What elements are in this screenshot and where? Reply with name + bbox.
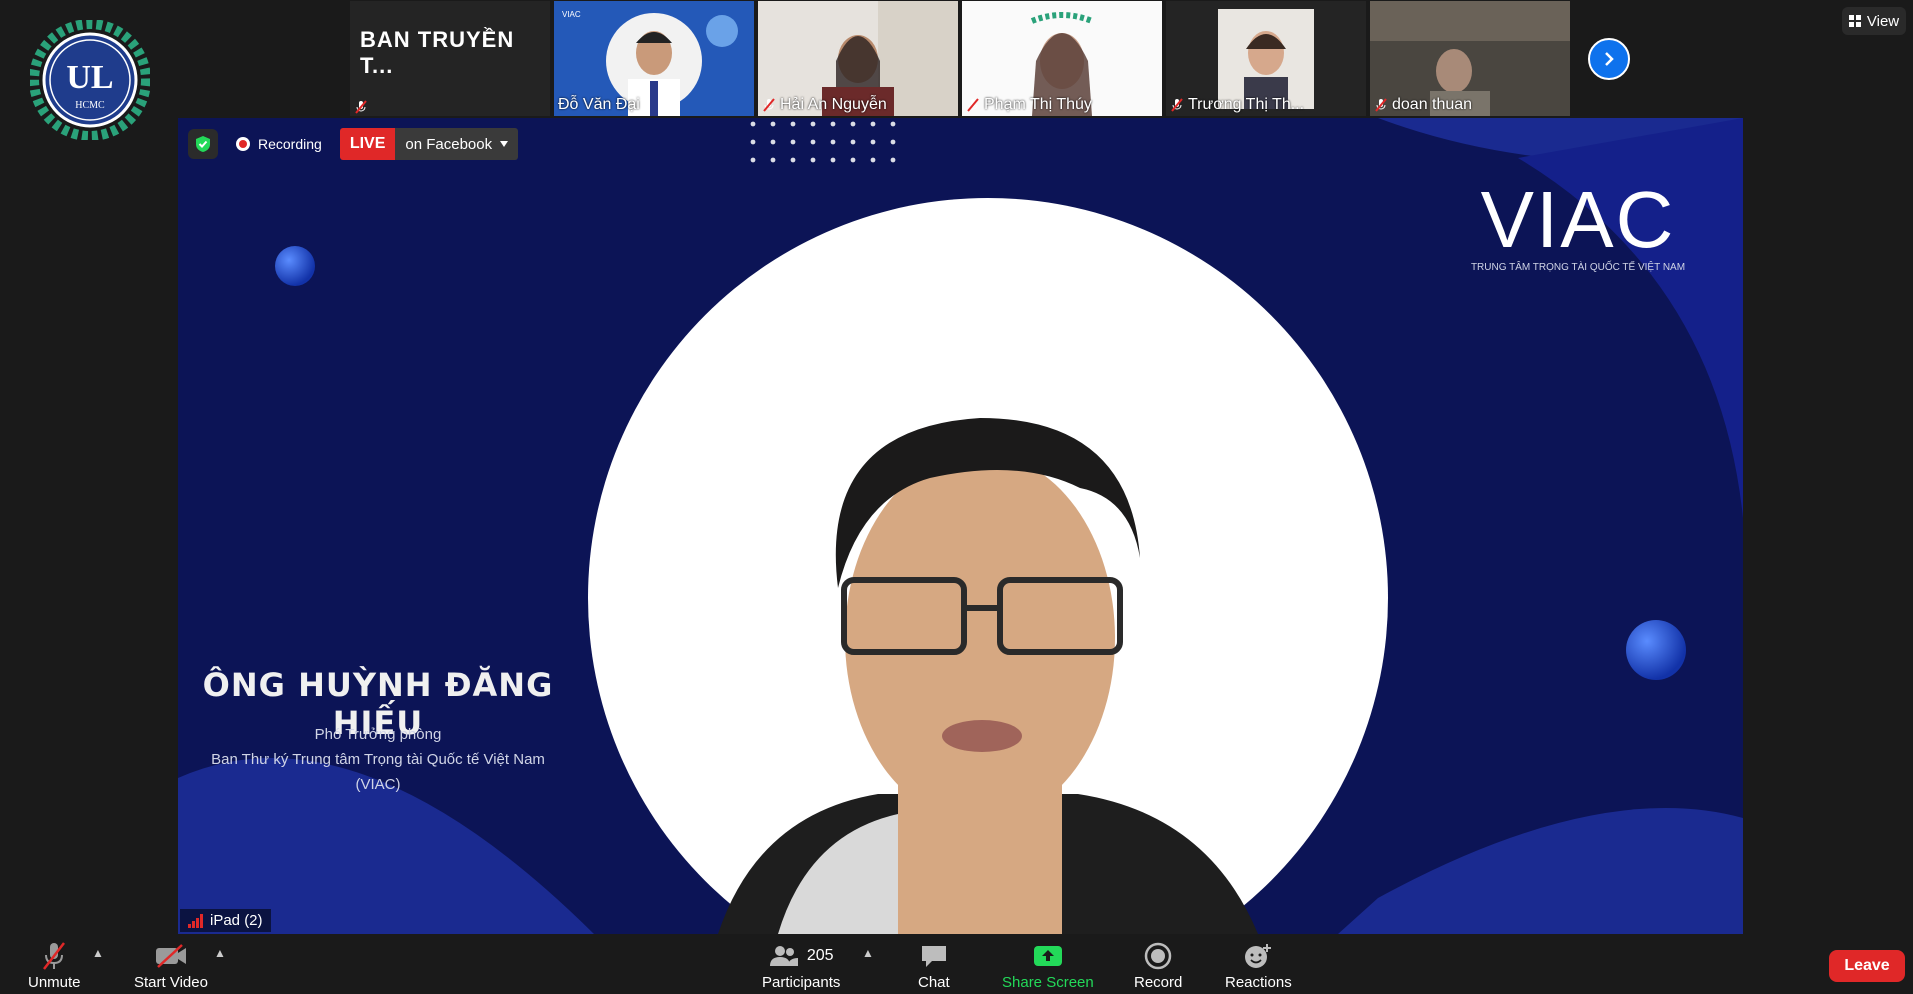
viac-branding: VIAC TRUNG TÂM TRỌNG TÀI QUỐC TẾ VIỆT NA… bbox=[1468, 175, 1688, 274]
security-shield-icon[interactable] bbox=[188, 129, 218, 159]
recording-indicator[interactable]: Recording bbox=[226, 129, 332, 159]
mic-off-icon bbox=[763, 98, 775, 112]
start-video-button[interactable]: Start Video bbox=[134, 940, 208, 991]
signal-bars-icon bbox=[188, 913, 203, 928]
reactions-icon bbox=[1245, 944, 1272, 968]
organization-logo: UL HCMC bbox=[29, 19, 151, 141]
caret-down-icon bbox=[500, 141, 509, 147]
record-button[interactable]: Record bbox=[1134, 940, 1182, 991]
svg-text:UL: UL bbox=[66, 59, 113, 96]
speaker-role-caption: Phó Trưởng phòng Ban Thư ký Trung tâm Tr… bbox=[178, 722, 578, 797]
speaker-role-line: Ban Thư ký Trung tâm Trọng tài Quốc tế V… bbox=[211, 751, 545, 768]
leave-button[interactable]: Leave bbox=[1829, 950, 1905, 982]
share-screen-button[interactable]: Share Screen bbox=[1002, 940, 1094, 991]
svg-text:HCMC: HCMC bbox=[75, 100, 105, 111]
gallery-tile-title[interactable]: BAN TRUYỀN T... bbox=[350, 1, 550, 116]
device-name: iPad (2) bbox=[210, 912, 263, 929]
mic-off-icon bbox=[1171, 98, 1183, 112]
gallery-strip: BAN TRUYỀN T... VIAC Đỗ Văn Đại Hải An N… bbox=[350, 1, 1570, 116]
participants-icon bbox=[769, 946, 798, 966]
mic-off-icon bbox=[967, 98, 979, 112]
participants-button[interactable]: 205 Participants bbox=[762, 940, 840, 991]
gallery-tile-participant[interactable]: Trương Thị Th... bbox=[1166, 1, 1366, 116]
reactions-button[interactable]: Reactions bbox=[1225, 940, 1292, 991]
meeting-status-badges: Recording LIVE on Facebook bbox=[188, 128, 519, 160]
view-label: View bbox=[1866, 12, 1900, 30]
mic-off-icon bbox=[1375, 98, 1387, 112]
speaker-role-line: (VIAC) bbox=[355, 776, 401, 793]
participant-name: Đỗ Văn Đại bbox=[558, 96, 640, 113]
tile-title-text: BAN TRUYỀN T... bbox=[360, 26, 515, 78]
record-icon bbox=[1144, 942, 1172, 970]
view-button[interactable]: View bbox=[1842, 7, 1906, 35]
participant-name: Hải An Nguyễn bbox=[780, 96, 887, 113]
chevron-right-icon bbox=[1605, 52, 1614, 66]
grid-icon bbox=[1848, 15, 1861, 27]
brand-logo-text: VIAC bbox=[1480, 175, 1676, 264]
video-options-caret[interactable]: ▲ bbox=[214, 946, 226, 960]
gallery-tile-participant[interactable]: Phạm Thị Thúy bbox=[962, 1, 1162, 116]
record-dot-icon bbox=[236, 137, 250, 151]
participants-label: Participants bbox=[762, 974, 841, 991]
audio-options-caret[interactable]: ▲ bbox=[92, 946, 104, 960]
recording-label: Recording bbox=[258, 136, 322, 152]
live-badge: LIVE bbox=[339, 128, 396, 160]
gallery-tile-participant[interactable]: doan thuan bbox=[1370, 1, 1570, 116]
meeting-toolbar: Unmute ▲ Start Video ▲ 205 Participants … bbox=[0, 934, 1913, 994]
speaker-role-line: Phó Trưởng phòng bbox=[314, 726, 442, 743]
svg-text:VIAC: VIAC bbox=[562, 10, 581, 19]
record-label: Record bbox=[1134, 974, 1183, 991]
brand-subtitle: TRUNG TÂM TRỌNG TÀI QUỐC TẾ VIỆT NAM bbox=[1470, 262, 1686, 273]
start-video-label: Start Video bbox=[134, 974, 208, 991]
unmute-button[interactable]: Unmute bbox=[28, 940, 81, 991]
active-device-label: iPad (2) bbox=[180, 909, 271, 932]
chat-button[interactable]: Chat bbox=[918, 940, 950, 991]
gallery-tile-participant[interactable]: Hải An Nguyễn bbox=[758, 1, 958, 116]
participant-name: Trương Thị Th... bbox=[1188, 96, 1305, 113]
chat-icon bbox=[921, 946, 946, 967]
reactions-label: Reactions bbox=[1225, 974, 1292, 991]
participant-name: doan thuan bbox=[1392, 96, 1473, 113]
unmute-label: Unmute bbox=[28, 974, 81, 991]
gallery-tile-participant[interactable]: VIAC Đỗ Văn Đại bbox=[554, 1, 754, 116]
live-target-label: on Facebook bbox=[405, 135, 493, 153]
chat-label: Chat bbox=[918, 974, 950, 991]
share-screen-label: Share Screen bbox=[1002, 974, 1094, 991]
active-speaker-video: Recording LIVE on Facebook VIAC TRUNG TÂ… bbox=[178, 118, 1743, 934]
live-target-dropdown[interactable]: on Facebook bbox=[395, 128, 519, 160]
participant-name: Phạm Thị Thúy bbox=[984, 96, 1092, 113]
next-page-button[interactable] bbox=[1588, 38, 1630, 80]
live-stream-control[interactable]: LIVE on Facebook bbox=[339, 128, 519, 160]
video-off-icon bbox=[155, 944, 186, 968]
participants-options-caret[interactable]: ▲ bbox=[862, 946, 874, 960]
mic-muted-icon bbox=[43, 942, 66, 970]
share-screen-icon bbox=[1033, 946, 1062, 966]
mic-off-icon bbox=[355, 100, 367, 114]
participants-count: 205 bbox=[806, 947, 834, 964]
